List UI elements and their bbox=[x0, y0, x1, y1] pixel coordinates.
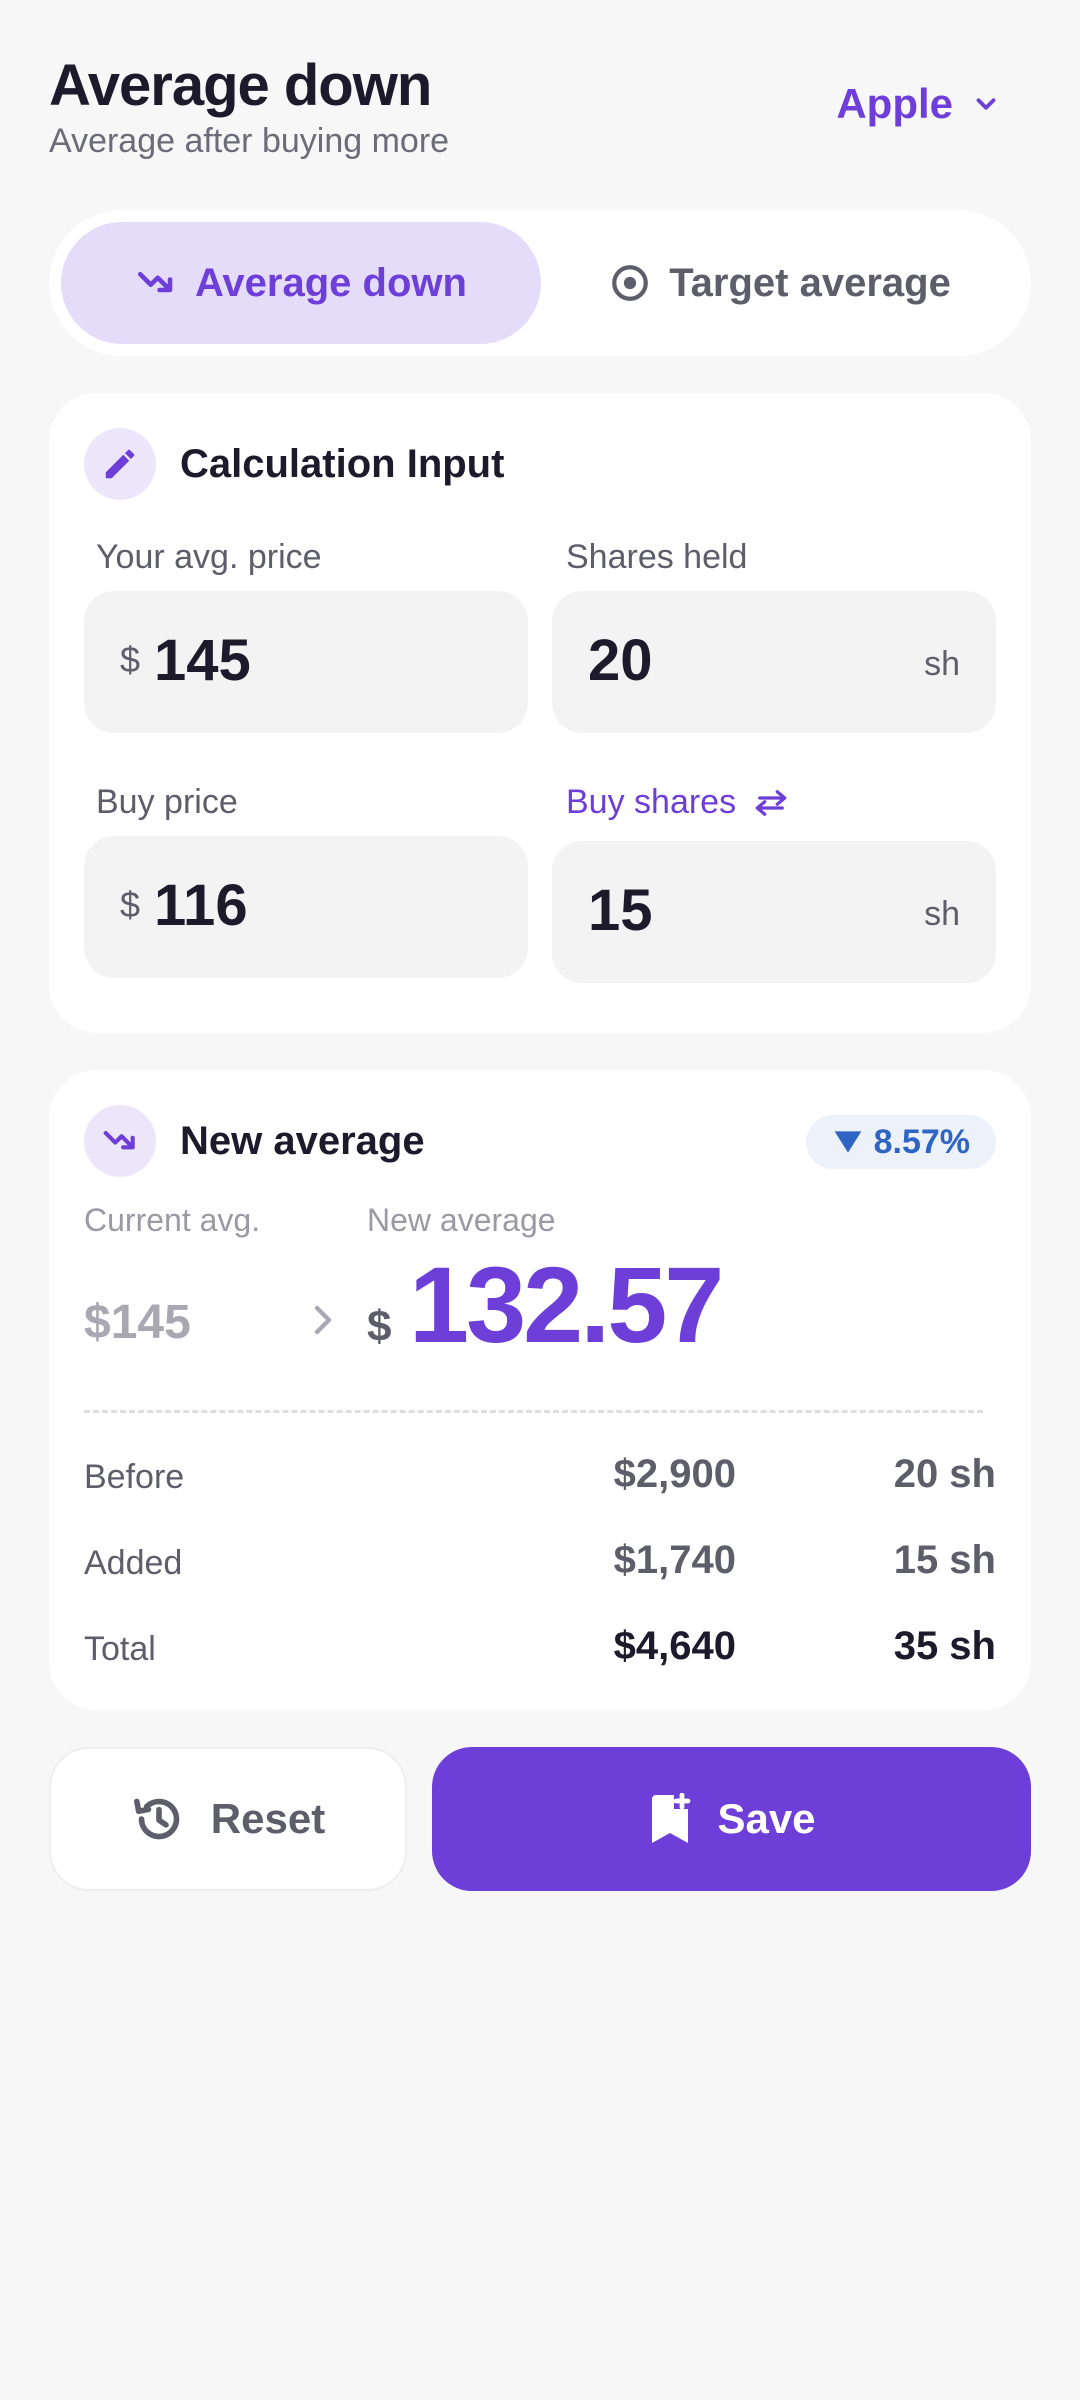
mode-target-average-label: Target average bbox=[669, 260, 951, 305]
avg-price-value: 145 bbox=[154, 628, 251, 693]
calculation-input-header: Calculation Input bbox=[84, 428, 504, 500]
breakdown-row-before: Before $2,900 20 sh bbox=[84, 1448, 996, 1508]
shares-held-value: 20 bbox=[588, 628, 653, 693]
row-label: Total bbox=[84, 1630, 156, 1668]
row-shares: 20 sh bbox=[893, 1452, 996, 1496]
row-shares: 35 sh bbox=[893, 1624, 996, 1668]
divider bbox=[84, 1410, 983, 1413]
save-button[interactable]: Save bbox=[432, 1747, 1031, 1891]
new-avg-label: New average bbox=[367, 1202, 556, 1238]
row-amount: $1,740 bbox=[613, 1538, 736, 1582]
mode-target-average-tab[interactable]: Target average bbox=[541, 222, 1019, 344]
buy-price-currency: $ bbox=[120, 884, 141, 925]
mode-average-down-tab[interactable]: Average down bbox=[61, 222, 541, 344]
avg-price-currency: $ bbox=[120, 639, 141, 680]
calculation-input-card: Calculation Input Your avg. price $ 145 … bbox=[49, 393, 1031, 1033]
buy-shares-unit: sh bbox=[924, 895, 960, 933]
ticker-label: Apple bbox=[836, 80, 953, 127]
swap-arrows-icon bbox=[755, 789, 787, 816]
row-amount: $4,640 bbox=[613, 1624, 736, 1668]
row-shares: 15 sh bbox=[893, 1538, 996, 1582]
buy-price-value: 116 bbox=[154, 873, 248, 938]
row-label: Added bbox=[84, 1544, 183, 1582]
ticker-selector[interactable]: Apple bbox=[836, 80, 1001, 128]
target-icon bbox=[612, 265, 649, 301]
mode-toggle: Average down Target average bbox=[49, 210, 1031, 356]
pencil-icon-bubble bbox=[84, 428, 156, 500]
breakdown-row-added: Added $1,740 15 sh bbox=[84, 1534, 996, 1594]
average-down-screen: Average down Average after buying more A… bbox=[0, 0, 1080, 2400]
breakdown-row-total: Total $4,640 35 sh bbox=[84, 1620, 996, 1680]
new-avg-currency: $ bbox=[367, 1302, 392, 1351]
buy-shares-swap-toggle[interactable]: Buy shares bbox=[566, 783, 790, 822]
avg-price-label: Your avg. price bbox=[96, 538, 322, 576]
delta-value: 8.57% bbox=[873, 1122, 970, 1161]
trending-down-icon bbox=[103, 1131, 135, 1150]
page-subtitle: Average after buying more bbox=[49, 122, 450, 160]
new-average-title: New average bbox=[180, 1118, 425, 1163]
current-avg-value: $145 bbox=[84, 1296, 191, 1349]
new-average-card: New average 8.57% Current avg. New avera… bbox=[49, 1070, 1031, 1710]
row-label: Before bbox=[84, 1458, 185, 1496]
current-avg-label: Current avg. bbox=[84, 1202, 261, 1238]
save-label: Save bbox=[717, 1795, 816, 1842]
triangle-down-icon bbox=[834, 1131, 861, 1153]
new-avg-value: 132.57 bbox=[409, 1244, 724, 1365]
header: Average down Average after buying more A… bbox=[49, 0, 1031, 200]
shares-held-unit: sh bbox=[924, 645, 960, 683]
history-icon bbox=[133, 1798, 180, 1840]
new-average-header: New average bbox=[84, 1105, 425, 1177]
bookmark-add-icon bbox=[652, 1793, 691, 1843]
reset-button[interactable]: Reset bbox=[49, 1747, 407, 1891]
chevron-right-icon bbox=[314, 1305, 332, 1335]
buy-shares-value: 15 bbox=[588, 878, 653, 943]
delta-badge: 8.57% bbox=[805, 1115, 996, 1169]
shares-held-input[interactable]: 20 sh bbox=[552, 591, 996, 733]
reset-label: Reset bbox=[210, 1795, 326, 1842]
row-amount: $2,900 bbox=[613, 1452, 736, 1496]
shares-held-label: Shares held bbox=[566, 538, 748, 576]
buy-price-input[interactable]: $ 116 bbox=[84, 836, 528, 978]
buy-shares-label: Buy shares bbox=[566, 783, 737, 821]
trending-down-icon bbox=[138, 271, 173, 293]
pencil-icon bbox=[105, 449, 135, 479]
buy-shares-input[interactable]: 15 sh bbox=[552, 841, 996, 983]
avg-price-input[interactable]: $ 145 bbox=[84, 591, 528, 733]
page-title: Average down bbox=[49, 53, 432, 118]
chevron-down-icon bbox=[976, 98, 996, 110]
trending-down-icon-bubble bbox=[84, 1105, 156, 1177]
buy-price-label: Buy price bbox=[96, 783, 238, 821]
mode-average-down-label: Average down bbox=[195, 260, 467, 305]
calculation-input-title: Calculation Input bbox=[180, 441, 505, 486]
